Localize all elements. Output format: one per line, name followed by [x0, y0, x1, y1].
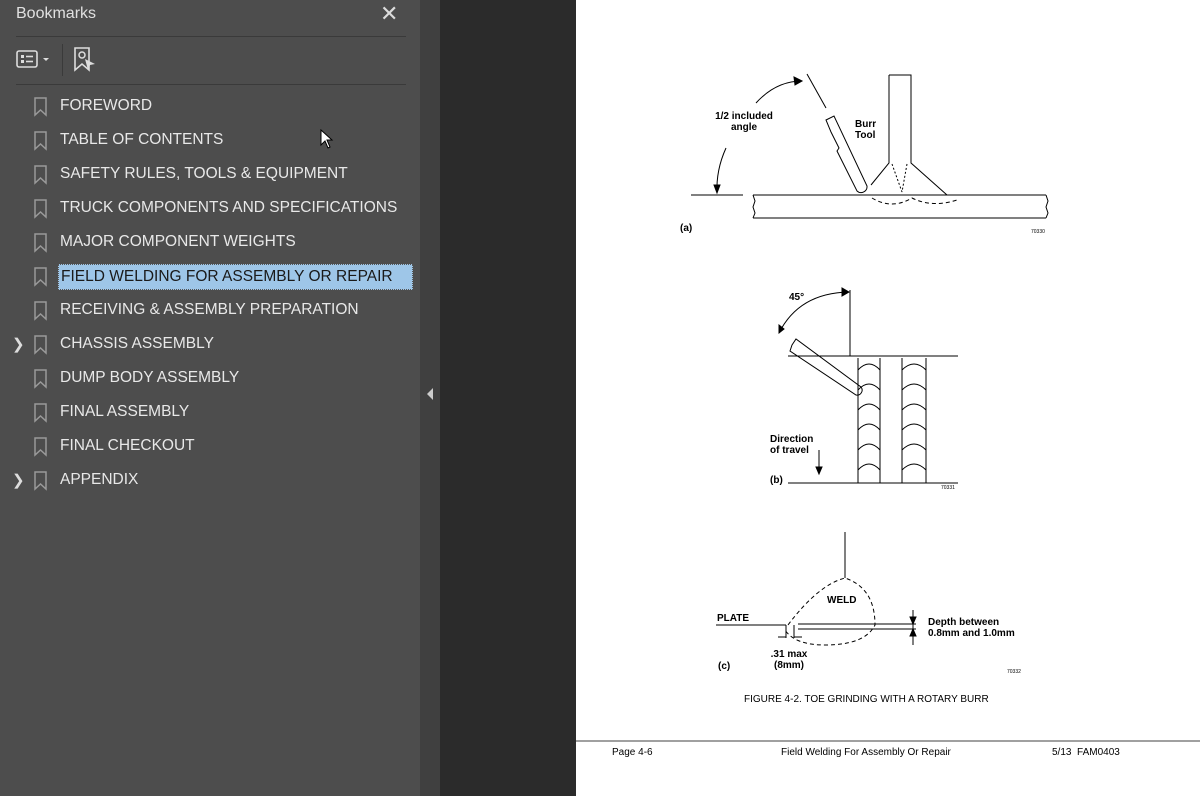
bookmark-label: TABLE OF CONTENTS: [60, 131, 224, 148]
angle-label: 1/2 included angle: [715, 111, 773, 133]
figure-code: 70332: [1007, 669, 1021, 675]
chevron-right-icon[interactable]: ❯: [12, 335, 25, 353]
bookmark-label: APPENDIX: [60, 471, 139, 488]
figure-tag: (a): [680, 223, 693, 234]
bookmark-item[interactable]: DUMP BODY ASSEMBLY: [0, 363, 420, 393]
bookmark-icon: [34, 301, 47, 321]
footer-page: Page 4-6: [612, 747, 653, 758]
bookmark-label: MAJOR COMPONENT WEIGHTS: [60, 233, 296, 250]
bookmark-label: RECEIVING & ASSEMBLY PREPARATION: [60, 301, 359, 318]
bookmark-label: SAFETY RULES, TOOLS & EQUIPMENT: [60, 165, 348, 182]
bookmark-item[interactable]: FOREWORD: [0, 91, 420, 121]
bookmark-icon: [34, 267, 47, 287]
direction-label: Direction of travel: [770, 434, 814, 456]
bookmark-label: DUMP BODY ASSEMBLY: [60, 369, 240, 386]
bookmark-item[interactable]: TABLE OF CONTENTS: [0, 125, 420, 155]
close-icon[interactable]: ✕: [380, 1, 398, 27]
burr-tool-label: Burr Tool: [855, 119, 877, 141]
footer-section: Field Welding For Assembly Or Repair: [781, 747, 951, 758]
bookmark-icon: [34, 403, 47, 423]
figure-caption: FIGURE 4-2. TOE GRINDING WITH A ROTARY B…: [744, 694, 989, 705]
bookmark-item[interactable]: TRUCK COMPONENTS AND SPECIFICATIONS: [0, 193, 420, 223]
bookmark-icon: [34, 335, 47, 355]
max-label: .31 max (8mm): [770, 649, 808, 671]
bookmark-item[interactable]: SAFETY RULES, TOOLS & EQUIPMENT: [0, 159, 420, 189]
figure-drawings: [576, 73, 1200, 742]
bookmark-label: CHASSIS ASSEMBLY: [60, 335, 214, 352]
divider: [16, 36, 406, 37]
panel-title: Bookmarks: [16, 5, 97, 22]
mouse-cursor-icon: [320, 129, 334, 149]
bookmark-item[interactable]: RECEIVING & ASSEMBLY PREPARATION: [0, 295, 420, 325]
collapse-arrow-icon[interactable]: [426, 388, 434, 400]
divider: [16, 84, 406, 85]
figure-tag: (b): [770, 475, 783, 486]
bookmark-item[interactable]: ❯ CHASSIS ASSEMBLY: [0, 329, 420, 359]
bookmark-label: FINAL ASSEMBLY: [60, 403, 190, 420]
figure-code: 70331: [941, 485, 955, 491]
document-page: 1/2 included angle Burr Tool (a) 70330 4…: [576, 0, 1200, 796]
bookmark-label: TRUCK COMPONENTS AND SPECIFICATIONS: [60, 199, 398, 216]
bookmark-item[interactable]: MAJOR COMPONENT WEIGHTS: [0, 227, 420, 257]
figure-code: 70330: [1031, 229, 1045, 235]
weld-label: WELD: [827, 595, 857, 606]
bookmark-label: FIELD WELDING FOR ASSEMBLY OR REPAIR: [58, 264, 413, 290]
divider: [62, 44, 63, 76]
bookmark-item[interactable]: FIELD WELDING FOR ASSEMBLY OR REPAIR: [0, 261, 420, 291]
bookmark-icon: [34, 131, 47, 151]
figure-tag: (c): [718, 661, 731, 672]
bookmark-icon: [34, 369, 47, 389]
bookmark-icon: [34, 165, 47, 185]
bookmark-item[interactable]: ❯ APPENDIX: [0, 465, 420, 495]
bookmark-icon: [34, 437, 47, 457]
depth-label: Depth between 0.8mm and 1.0mm: [928, 617, 1015, 639]
plate-label: PLATE: [717, 613, 750, 624]
chevron-right-icon[interactable]: ❯: [12, 471, 25, 489]
bookmark-label: FINAL CHECKOUT: [60, 437, 195, 454]
bookmark-label: FOREWORD: [60, 97, 153, 114]
options-list-icon[interactable]: [16, 46, 56, 79]
bookmark-item[interactable]: FINAL CHECKOUT: [0, 431, 420, 461]
find-bookmark-icon[interactable]: [72, 46, 100, 79]
panel-splitter[interactable]: [420, 0, 440, 796]
footer-code: 5/13 FAM0403: [1052, 747, 1120, 758]
bookmark-icon: [34, 233, 47, 253]
bookmark-icon: [34, 471, 47, 491]
bookmarks-panel: Bookmarks ✕ FOREWORD TABLE OF CONTENTS SAF…: [0, 0, 420, 796]
bookmark-icon: [34, 199, 47, 219]
bookmark-item[interactable]: FINAL ASSEMBLY: [0, 397, 420, 427]
angle-label: 45°: [789, 292, 805, 303]
bookmark-icon: [34, 97, 47, 117]
